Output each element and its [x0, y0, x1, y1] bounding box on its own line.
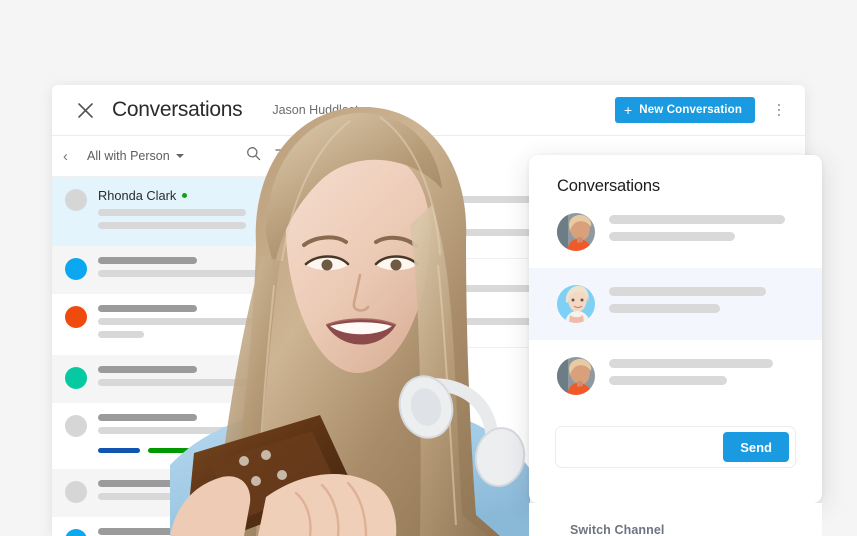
new-conversation-button[interactable]: + New Conversation — [614, 97, 755, 123]
floating-item-content — [609, 215, 800, 249]
more-vertical-icon[interactable] — [771, 103, 787, 117]
back-chevron-icon[interactable]: ‹ — [63, 149, 77, 164]
kebab-dot — [777, 113, 781, 117]
header-actions: + New Conversation — [614, 97, 805, 123]
avatar — [65, 415, 87, 437]
plus-icon: + — [623, 102, 633, 118]
hero-photo — [170, 85, 530, 536]
avatar-woman-blue — [557, 285, 595, 323]
switch-channel-label[interactable]: Switch Channel — [570, 523, 664, 536]
avatar — [65, 306, 87, 328]
floating-item-content — [609, 287, 800, 321]
screenshot-root: Conversations Jason Huddleston + New Con… — [0, 0, 857, 536]
floating-panel-list-item[interactable] — [529, 340, 822, 412]
avatar-woman-orange — [557, 213, 595, 251]
placeholder-bar — [609, 304, 720, 313]
floating-conversations-panel: Conversations Send — [529, 155, 822, 503]
placeholder-bar — [98, 331, 144, 338]
message-composer[interactable]: Send — [555, 426, 796, 468]
tag-chip — [98, 448, 140, 453]
contact-name-text: Rhonda Clark — [98, 188, 177, 203]
floating-panel-list-item[interactable] — [529, 196, 822, 268]
avatar — [65, 529, 87, 536]
floating-panel-title: Conversations — [557, 177, 660, 195]
placeholder-bar — [609, 359, 774, 368]
kebab-dot — [777, 103, 781, 107]
avatar — [65, 258, 87, 280]
new-conversation-label: New Conversation — [639, 104, 742, 116]
avatar — [65, 481, 87, 503]
avatar — [65, 367, 87, 389]
avatar-woman-orange — [557, 357, 595, 395]
placeholder-bar — [609, 287, 766, 296]
floating-panel-list — [529, 196, 822, 412]
close-icon[interactable] — [74, 99, 96, 121]
placeholder-bar — [609, 376, 728, 385]
floating-panel-list-item[interactable] — [529, 268, 822, 340]
kebab-dot — [777, 108, 781, 112]
list-filter-label: All with Person — [87, 149, 170, 163]
send-button[interactable]: Send — [723, 432, 789, 462]
floating-item-content — [609, 359, 800, 393]
avatar — [65, 189, 87, 211]
placeholder-bar — [609, 215, 785, 224]
placeholder-bar — [609, 232, 736, 241]
